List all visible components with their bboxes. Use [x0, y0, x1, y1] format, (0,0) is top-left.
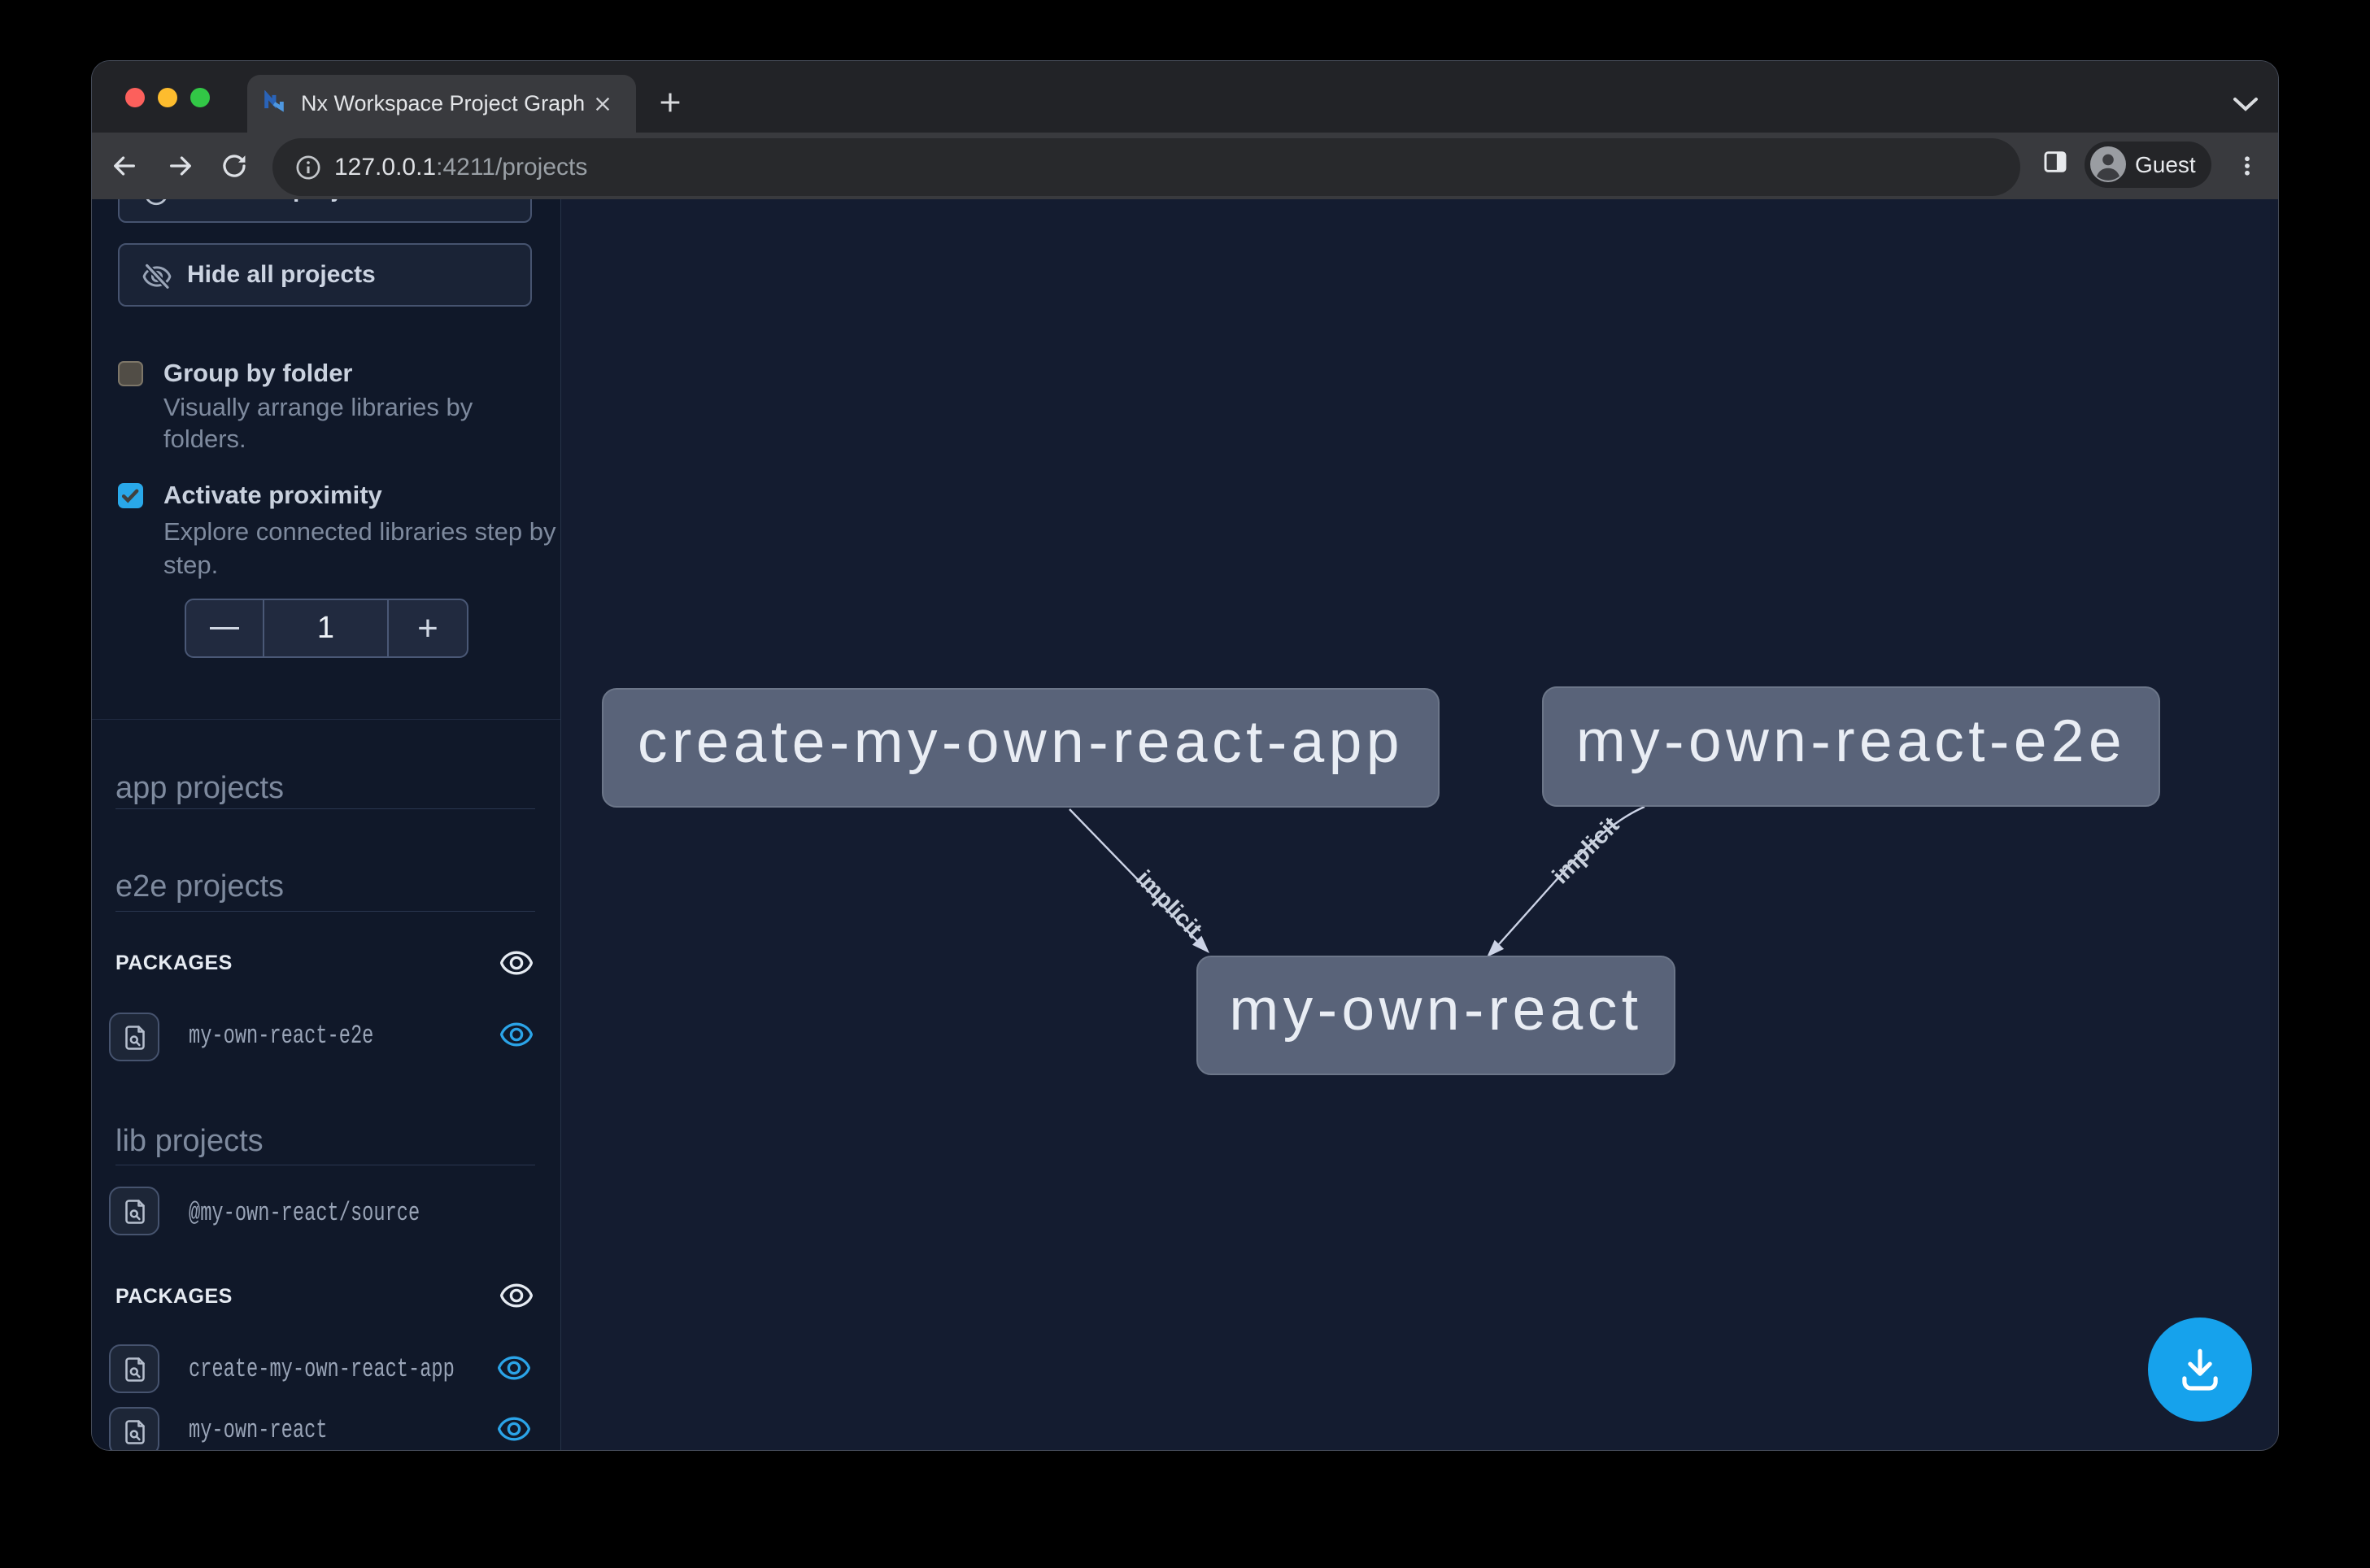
svg-text:implicit: implicit [1548, 812, 1625, 890]
svg-text:implicit: implicit [1131, 865, 1207, 943]
